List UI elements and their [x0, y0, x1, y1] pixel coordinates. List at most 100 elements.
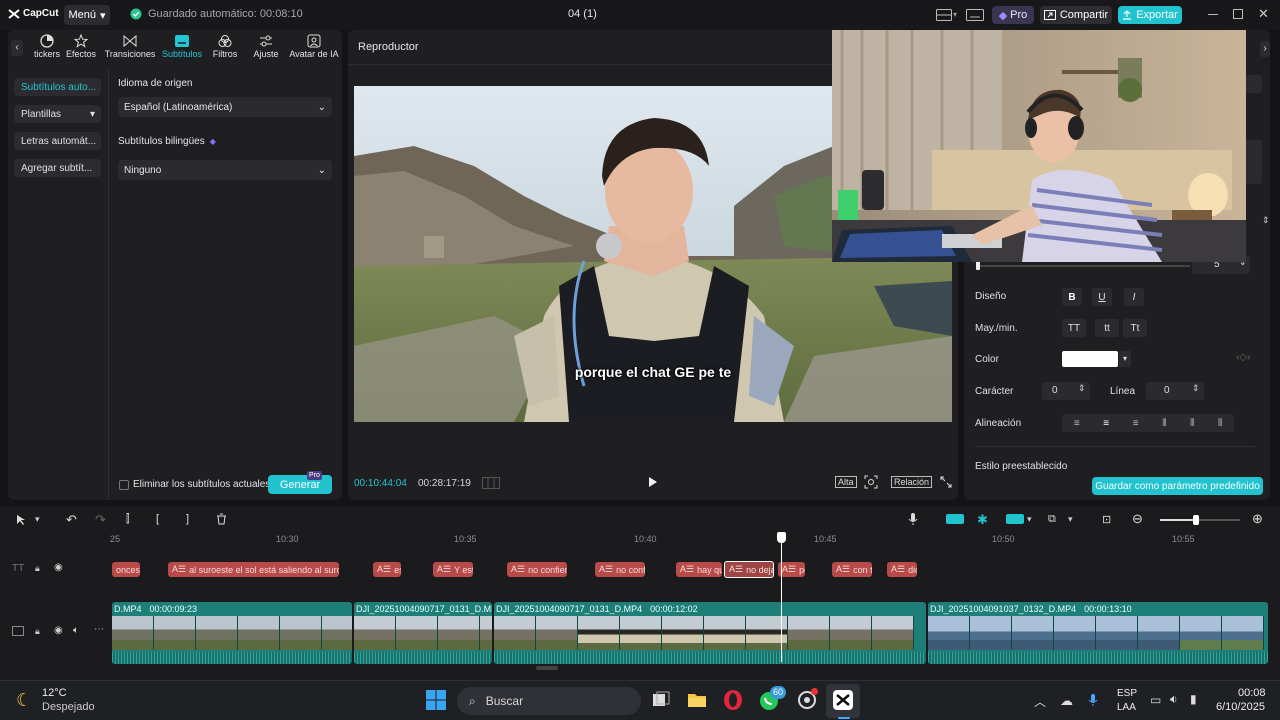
fullscreen-icon[interactable]	[940, 476, 952, 488]
caption-clip[interactable]: A☰es	[373, 562, 401, 577]
lock-icon[interactable]: 🔒︎	[35, 626, 40, 637]
trim-right-icon[interactable]: ]	[186, 513, 189, 525]
chevron-up-icon[interactable]: ︿	[1034, 693, 1046, 710]
restore-icon[interactable]	[1233, 9, 1243, 19]
magnet-icon[interactable]: ✱	[977, 512, 988, 528]
tab-stickers[interactable]: tickers	[28, 34, 66, 64]
valign-middle-icon[interactable]: ⫴	[1190, 418, 1194, 429]
snap-chevron-icon[interactable]: ▾	[1027, 514, 1032, 525]
bilingual-select[interactable]: Ninguno ⌄	[118, 160, 332, 180]
caption-clip[interactable]: A☰hay que	[676, 562, 722, 577]
link-clips-icon[interactable]	[946, 514, 964, 524]
tab-effects[interactable]: Efectos	[64, 34, 98, 64]
capcut-taskbar-icon[interactable]	[832, 689, 856, 713]
video-clip[interactable]: DJI_20251004090717_0131_D.MP4	[354, 602, 492, 664]
zoom-slider-handle[interactable]	[1193, 515, 1199, 525]
focus-icon[interactable]	[864, 475, 878, 489]
size-slider-handle[interactable]	[976, 261, 980, 270]
italic-button[interactable]: I	[1124, 288, 1144, 306]
eye-icon[interactable]: ◉	[54, 625, 63, 636]
sidebar-item-templates[interactable]: Plantillas ▾	[14, 105, 101, 123]
clock-time[interactable]: 00:08	[1238, 687, 1266, 699]
align-right-icon[interactable]: ≡	[1133, 418, 1139, 429]
tabs-scroll-left-icon[interactable]: ‹	[11, 40, 23, 56]
volume-icon[interactable]: 🔉︎	[1170, 692, 1178, 707]
caption-clip[interactable]: A☰Y esta	[433, 562, 473, 577]
caption-clip-selected[interactable]: A☰ no deja	[724, 561, 774, 578]
delete-icon[interactable]	[216, 513, 227, 525]
stepper-icon[interactable]: ⇕	[1262, 215, 1270, 226]
redo-icon[interactable]: ↷	[95, 512, 106, 528]
caption-clip[interactable]: A☰ no confi	[595, 562, 645, 577]
clock-date[interactable]: 6/10/2025	[1216, 701, 1265, 713]
play-icon[interactable]	[648, 476, 658, 488]
weather-text[interactable]: Despejado	[42, 701, 95, 713]
size-slider-track[interactable]	[976, 265, 1190, 267]
tab-transitions[interactable]: Transiciones	[104, 34, 156, 64]
moon-weather-icon[interactable]: ☾	[16, 690, 32, 711]
preview-axis-icon[interactable]: ⧉	[1048, 513, 1056, 526]
save-preset-button[interactable]: Guardar como parámetro predefinido	[1092, 477, 1263, 495]
keyframe-icon[interactable]: ‹◇›	[1236, 352, 1250, 363]
temperature[interactable]: 12°C	[42, 687, 67, 699]
snap-icon[interactable]	[1006, 514, 1024, 524]
stepper-icon[interactable]: ⇕	[1078, 383, 1086, 394]
keyboard-icon[interactable]	[966, 9, 984, 21]
generate-button[interactable]: Generar	[268, 475, 332, 494]
caption-clip[interactable]: A☰por	[778, 562, 805, 577]
more-icon[interactable]: ⋯	[94, 624, 104, 635]
timeline-scrollbar[interactable]	[536, 666, 558, 670]
video-clip[interactable]: DJI_20251004090717_0131_D.MP4 00:00:12:02	[494, 602, 926, 664]
uppercase-button[interactable]: TT	[1062, 319, 1086, 337]
source-language-select[interactable]: Español (Latinoamérica) ⌄	[118, 97, 332, 117]
grid-view-icon[interactable]	[482, 477, 500, 489]
valign-top-icon[interactable]: ⫴	[1162, 418, 1166, 429]
select-tool-chevron-icon[interactable]: ▾	[35, 514, 40, 525]
titlecase-button[interactable]: Tt	[1123, 319, 1147, 337]
tabs-scroll-right-icon[interactable]: ›	[1260, 41, 1270, 57]
share-button[interactable]: Compartir	[1040, 6, 1112, 24]
close-icon[interactable]: ✕	[1258, 6, 1269, 22]
lowercase-button[interactable]: tt	[1095, 319, 1119, 337]
zoom-in-icon[interactable]: ⊕	[1252, 511, 1263, 527]
quality-button[interactable]: Alta	[835, 476, 857, 488]
taskbar-search[interactable]: ⌕ Buscar	[457, 687, 641, 715]
file-explorer-icon[interactable]	[686, 689, 710, 713]
battery-icon[interactable]: ▮	[1190, 692, 1197, 706]
bold-button[interactable]: B	[1062, 288, 1082, 306]
network-icon[interactable]: ▭	[1150, 693, 1161, 707]
sidebar-item-auto-lyrics[interactable]: Letras automát...	[14, 132, 101, 150]
undo-icon[interactable]: ↶	[66, 512, 77, 528]
align-left-icon[interactable]: ≡	[1074, 418, 1080, 429]
caption-clip[interactable]: A☰ al suroeste el sol está saliendo al su…	[168, 562, 339, 577]
ratio-button[interactable]: Relación	[891, 476, 933, 488]
pro-button[interactable]: ◆ Pro	[992, 6, 1034, 24]
remove-current-checkbox[interactable]	[119, 480, 129, 490]
color-swatch[interactable]	[1062, 351, 1118, 367]
tab-filters[interactable]: Filtros	[210, 34, 240, 64]
time-ruler[interactable]: 25 10:30 10:35 10:40 10:45 10:50 10:55	[110, 534, 1280, 548]
tab-subtitles[interactable]: Subtítulos	[160, 34, 204, 64]
opera-icon[interactable]	[722, 689, 746, 713]
lock-icon[interactable]: 🔒︎	[35, 563, 40, 574]
caption-clip[interactable]: A☰ no confien	[507, 562, 567, 577]
subtitle-overlay[interactable]: porque el chat GE pe te	[354, 364, 952, 380]
windows-start-icon[interactable]	[426, 690, 446, 710]
playhead-line[interactable]	[781, 540, 782, 662]
language-bottom[interactable]: LAA	[1117, 702, 1136, 713]
eye-icon[interactable]: ◉	[54, 562, 63, 573]
minimize-icon[interactable]	[1208, 14, 1218, 15]
underline-button[interactable]: U	[1092, 288, 1112, 306]
layout-chevron-icon[interactable]: ▾	[953, 10, 957, 19]
select-tool-icon[interactable]	[16, 514, 28, 526]
video-clip[interactable]: D.MP4 00:00:09:23	[112, 602, 352, 664]
microphone-icon[interactable]	[908, 512, 918, 526]
color-dropdown-icon[interactable]: ▾	[1119, 351, 1131, 367]
valign-bottom-icon[interactable]: ⫴	[1218, 418, 1222, 429]
export-button[interactable]: Exportar	[1118, 6, 1182, 24]
align-center-icon[interactable]: ≡	[1103, 418, 1109, 429]
sidebar-item-add-subtitles[interactable]: Agregar subtít...	[14, 159, 101, 177]
caption-clip[interactable]: A☰dic	[887, 562, 917, 577]
layout-icon[interactable]	[936, 9, 952, 21]
preview-axis-chevron-icon[interactable]: ▾	[1068, 514, 1073, 525]
